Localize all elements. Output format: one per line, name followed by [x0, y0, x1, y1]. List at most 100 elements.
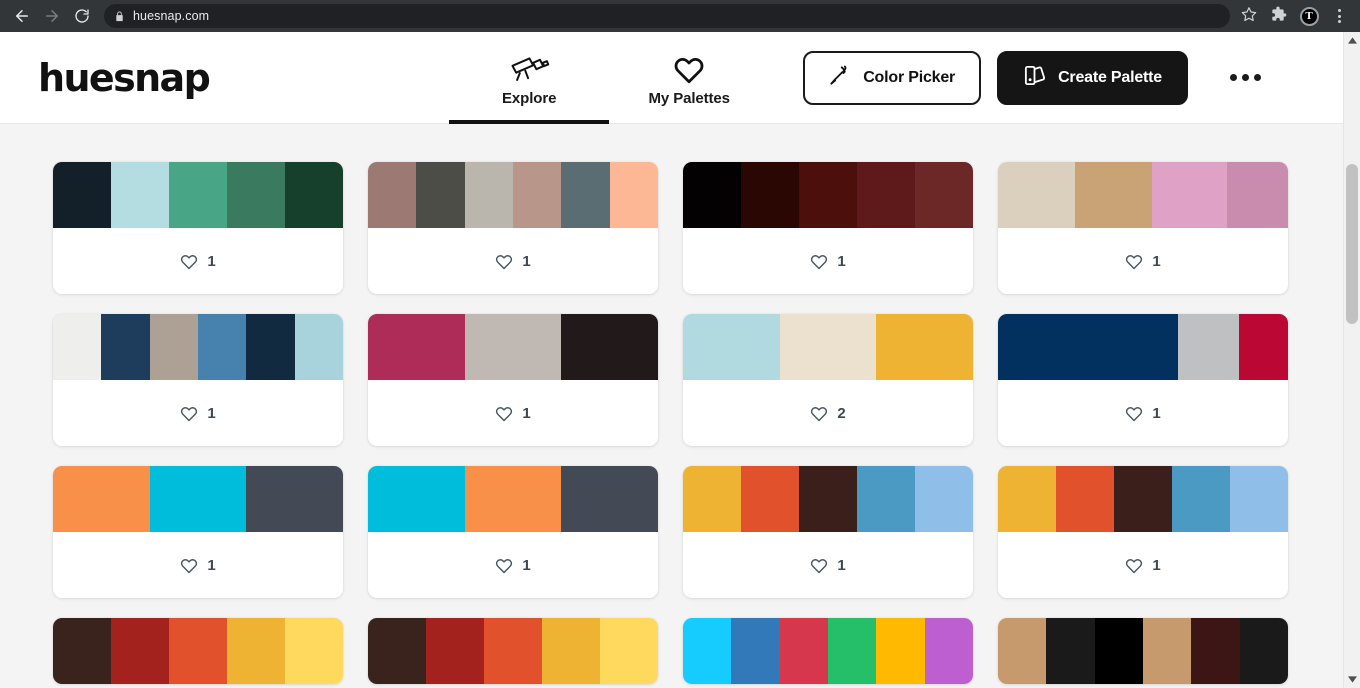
- color-swatch[interactable]: [368, 162, 417, 228]
- color-swatch[interactable]: [998, 466, 1056, 532]
- color-swatch[interactable]: [149, 314, 198, 380]
- color-swatch[interactable]: [561, 162, 610, 228]
- color-swatch[interactable]: [683, 314, 780, 380]
- palette-card[interactable]: 1: [998, 162, 1288, 294]
- color-swatch[interactable]: [683, 162, 741, 228]
- palette-card[interactable]: 1: [683, 466, 973, 598]
- palette-card[interactable]: 1: [368, 314, 658, 446]
- palette-card[interactable]: [683, 618, 973, 684]
- scroll-down-arrow[interactable]: [1344, 671, 1360, 688]
- color-swatch[interactable]: [294, 314, 343, 380]
- color-swatch[interactable]: [876, 618, 925, 684]
- heart-icon[interactable]: [810, 557, 828, 574]
- heart-icon[interactable]: [495, 405, 513, 422]
- palette-card[interactable]: 1: [53, 162, 343, 294]
- color-swatch[interactable]: [426, 618, 484, 684]
- palette-card[interactable]: 1: [368, 466, 658, 598]
- color-swatch[interactable]: [779, 314, 877, 380]
- palette-card[interactable]: [998, 618, 1288, 684]
- palette-card[interactable]: 1: [53, 466, 343, 598]
- color-swatch[interactable]: [1230, 466, 1288, 532]
- color-swatch[interactable]: [609, 162, 658, 228]
- palette-card[interactable]: 1: [368, 162, 658, 294]
- color-swatch[interactable]: [1238, 314, 1288, 380]
- color-swatch[interactable]: [1239, 618, 1288, 684]
- heart-icon[interactable]: [1125, 405, 1143, 422]
- color-swatch[interactable]: [799, 466, 857, 532]
- heart-icon[interactable]: [1125, 557, 1143, 574]
- color-swatch[interactable]: [741, 162, 799, 228]
- color-swatch[interactable]: [53, 466, 150, 532]
- palette-card[interactable]: 1: [998, 314, 1288, 446]
- scrollbar-thumb[interactable]: [1346, 164, 1358, 324]
- color-swatch[interactable]: [1046, 618, 1095, 684]
- color-swatch[interactable]: [779, 618, 828, 684]
- color-swatch[interactable]: [542, 618, 600, 684]
- color-swatch[interactable]: [227, 162, 285, 228]
- color-swatch[interactable]: [464, 162, 513, 228]
- color-swatch[interactable]: [1151, 162, 1228, 228]
- site-logo[interactable]: huesnap: [38, 59, 211, 97]
- scroll-up-arrow[interactable]: [1344, 32, 1360, 49]
- palette-card[interactable]: [368, 618, 658, 684]
- palette-card[interactable]: 2: [683, 314, 973, 446]
- tab-my-palettes[interactable]: My Palettes: [609, 32, 769, 124]
- color-swatch[interactable]: [915, 466, 973, 532]
- color-swatch[interactable]: [998, 618, 1047, 684]
- color-swatch[interactable]: [827, 618, 877, 684]
- heart-icon[interactable]: [180, 253, 198, 270]
- color-swatch[interactable]: [924, 618, 973, 684]
- color-swatch[interactable]: [464, 314, 562, 380]
- heart-icon[interactable]: [180, 405, 198, 422]
- palette-card[interactable]: 1: [998, 466, 1288, 598]
- create-palette-button[interactable]: Create Palette: [997, 50, 1188, 105]
- palette-card[interactable]: [53, 618, 343, 684]
- color-swatch[interactable]: [1056, 466, 1114, 532]
- color-swatch[interactable]: [246, 314, 295, 380]
- page-scrollbar[interactable]: [1343, 32, 1360, 688]
- color-swatch[interactable]: [731, 618, 780, 684]
- heart-icon[interactable]: [810, 253, 828, 270]
- color-swatch[interactable]: [169, 162, 227, 228]
- reload-button[interactable]: [68, 2, 96, 30]
- color-swatch[interactable]: [149, 466, 247, 532]
- color-swatch[interactable]: [1142, 618, 1192, 684]
- color-swatch[interactable]: [1114, 466, 1172, 532]
- heart-icon[interactable]: [1125, 253, 1143, 270]
- color-swatch[interactable]: [285, 162, 343, 228]
- forward-button[interactable]: [38, 2, 66, 30]
- address-bar[interactable]: huesnap.com: [104, 4, 1230, 28]
- color-swatch[interactable]: [484, 618, 542, 684]
- color-swatch[interactable]: [169, 618, 227, 684]
- color-swatch[interactable]: [246, 466, 343, 532]
- color-swatch[interactable]: [600, 618, 658, 684]
- heart-icon[interactable]: [495, 253, 513, 270]
- color-swatch[interactable]: [998, 314, 1178, 380]
- color-swatch[interactable]: [857, 466, 915, 532]
- back-button[interactable]: [8, 2, 36, 30]
- tab-explore[interactable]: Explore: [449, 32, 610, 124]
- color-swatch[interactable]: [998, 162, 1075, 228]
- color-swatch[interactable]: [101, 314, 150, 380]
- color-swatch[interactable]: [1191, 618, 1240, 684]
- color-swatch[interactable]: [1172, 466, 1230, 532]
- color-swatch[interactable]: [1074, 162, 1152, 228]
- color-swatch[interactable]: [561, 466, 658, 532]
- color-swatch[interactable]: [368, 618, 426, 684]
- palette-card[interactable]: 1: [53, 314, 343, 446]
- color-swatch[interactable]: [285, 618, 343, 684]
- color-swatch[interactable]: [53, 618, 111, 684]
- color-swatch[interactable]: [53, 314, 102, 380]
- color-swatch[interactable]: [53, 162, 111, 228]
- color-swatch[interactable]: [464, 466, 562, 532]
- color-swatch[interactable]: [857, 162, 915, 228]
- color-swatch[interactable]: [1177, 314, 1239, 380]
- color-swatch[interactable]: [512, 162, 562, 228]
- heart-icon[interactable]: [180, 557, 198, 574]
- color-swatch[interactable]: [111, 162, 169, 228]
- color-swatch[interactable]: [368, 466, 465, 532]
- color-swatch[interactable]: [683, 466, 741, 532]
- color-swatch[interactable]: [1227, 162, 1288, 228]
- color-swatch[interactable]: [561, 314, 658, 380]
- color-swatch[interactable]: [197, 314, 247, 380]
